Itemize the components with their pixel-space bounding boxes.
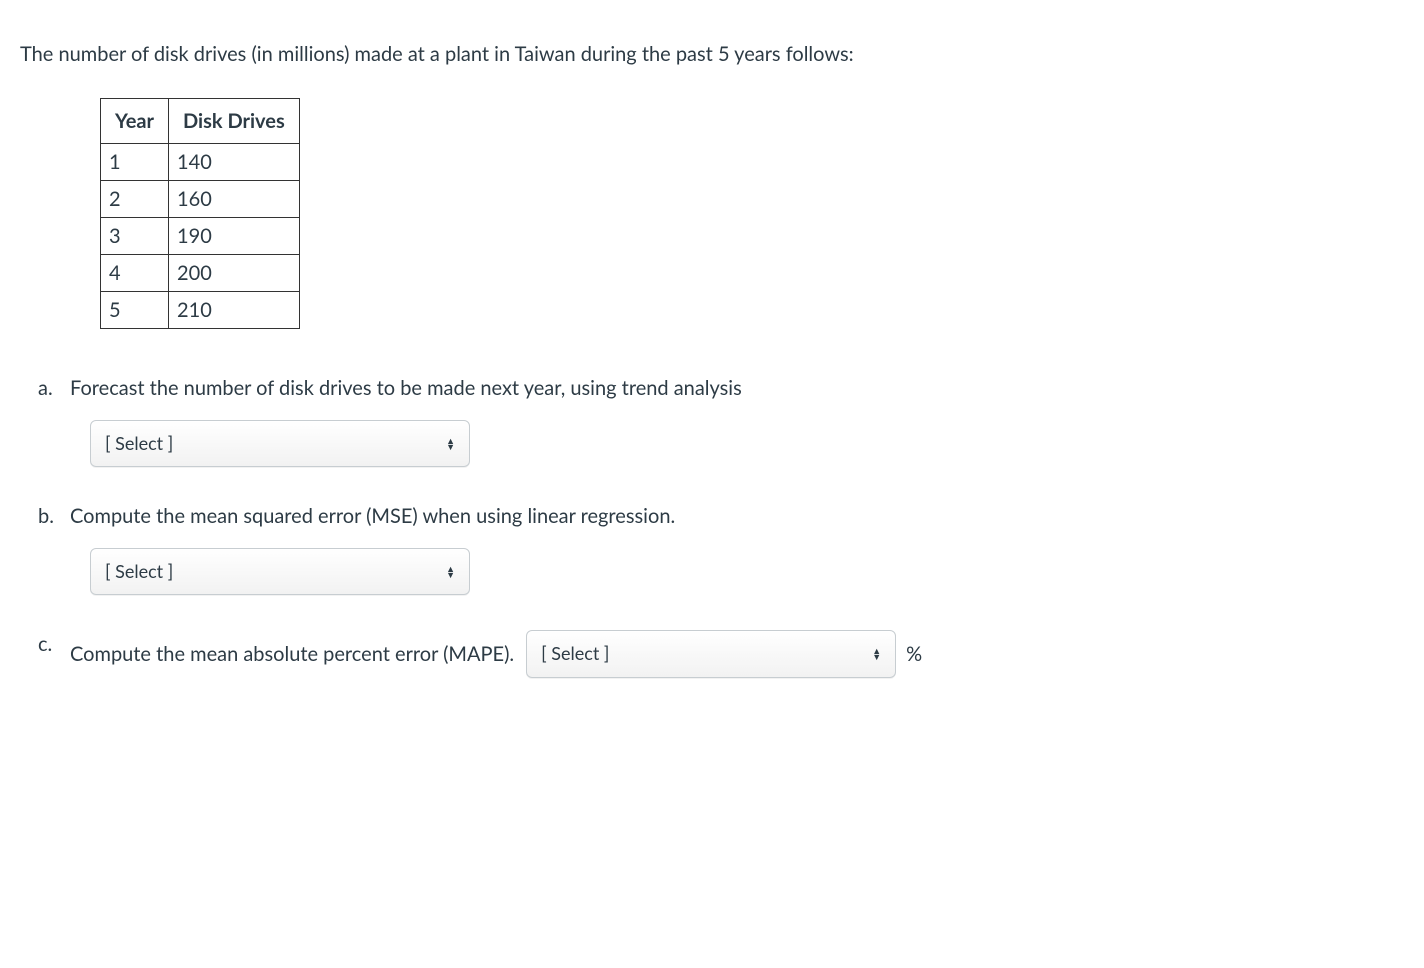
table-cell: 3 xyxy=(101,218,169,255)
table-cell: 140 xyxy=(169,144,300,181)
data-table: Year Disk Drives 1 140 2 160 3 190 4 200… xyxy=(100,98,300,329)
question-b: b. Compute the mean squared error (MSE) … xyxy=(40,502,1404,595)
question-a: a. Forecast the number of disk drives to… xyxy=(40,374,1404,467)
select-dropdown-c[interactable]: [ Select ] ▲ ▼ xyxy=(526,630,896,677)
percent-suffix: % xyxy=(906,640,922,668)
question-b-text: Compute the mean squared error (MSE) whe… xyxy=(40,502,1404,530)
select-dropdown-b[interactable]: [ Select ] ▲ ▼ xyxy=(90,548,470,595)
table-cell: 5 xyxy=(101,292,169,329)
table-cell: 190 xyxy=(169,218,300,255)
question-list: a. Forecast the number of disk drives to… xyxy=(20,374,1404,678)
table-cell: 4 xyxy=(101,255,169,292)
table-cell: 160 xyxy=(169,181,300,218)
table-row: 2 160 xyxy=(101,181,300,218)
question-a-text: Forecast the number of disk drives to be… xyxy=(40,374,1404,402)
question-c: c. Compute the mean absolute percent err… xyxy=(40,630,1404,677)
table-header-year: Year xyxy=(101,99,169,144)
table-row: 4 200 xyxy=(101,255,300,292)
intro-text: The number of disk drives (in millions) … xyxy=(20,40,1404,68)
question-marker: c. xyxy=(38,630,52,658)
table-row: 3 190 xyxy=(101,218,300,255)
table-row: 1 140 xyxy=(101,144,300,181)
select-label: [ Select ] xyxy=(105,559,173,584)
select-dropdown-a[interactable]: [ Select ] ▲ ▼ xyxy=(90,420,470,467)
question-c-text: Compute the mean absolute percent error … xyxy=(70,640,514,668)
table-header-drives: Disk Drives xyxy=(169,99,300,144)
table-row: 5 210 xyxy=(101,292,300,329)
question-marker: b. xyxy=(38,502,54,530)
table-cell: 2 xyxy=(101,181,169,218)
table-cell: 1 xyxy=(101,144,169,181)
table-cell: 210 xyxy=(169,292,300,329)
select-label: [ Select ] xyxy=(541,641,609,666)
table-cell: 200 xyxy=(169,255,300,292)
stepper-icon: ▲ ▼ xyxy=(872,648,881,660)
select-label: [ Select ] xyxy=(105,431,173,456)
stepper-icon: ▲ ▼ xyxy=(446,566,455,578)
question-marker: a. xyxy=(38,374,53,402)
stepper-icon: ▲ ▼ xyxy=(446,438,455,450)
